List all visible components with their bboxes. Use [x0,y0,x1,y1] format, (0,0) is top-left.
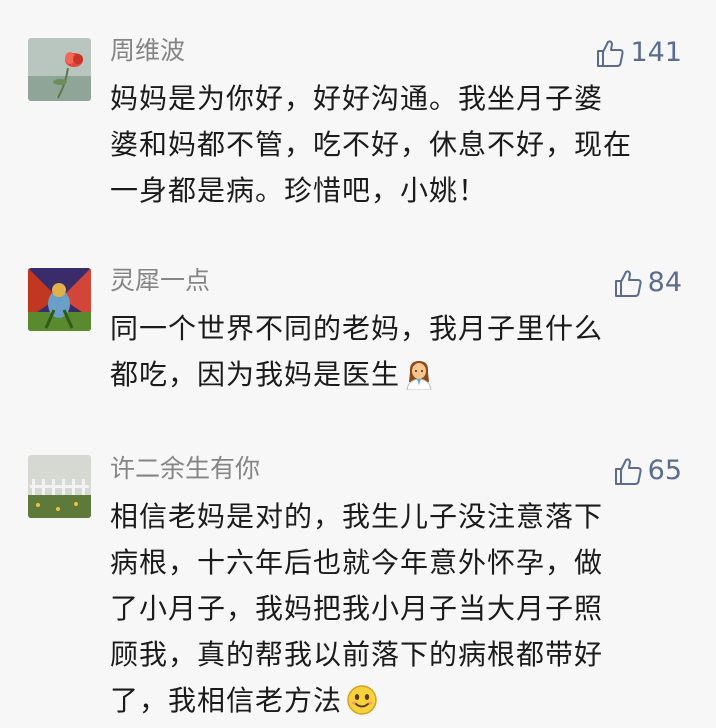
comment-text-line: 顾我，真的帮我以前落下的病根都带好 [110,638,604,671]
thumbs-up-icon [597,40,625,67]
like-button[interactable]: 141 [594,37,682,69]
avatar[interactable] [28,455,91,518]
comment-text-fragment: 都吃，因为我妈是医生 [110,358,401,391]
thumbs-up-icon [614,458,642,485]
comment-text-line: 相信老妈是对的，我生儿子没注意落下 [110,500,604,533]
like-button[interactable]: 65 [612,455,682,487]
comment-username[interactable]: 灵犀一点 [110,266,210,296]
comment-text-fragment: 了，我相信老方法 [110,684,343,717]
comment-text: 相信老妈是对的，我生儿子没注意落下 病根，十六年后也就今年意外怀孕，做 了小月子… [110,494,690,724]
comment-text-line: 都吃，因为我妈是医生 [110,352,690,398]
like-count: 141 [630,37,682,68]
like-count: 65 [647,455,682,486]
comment-text: 妈妈是为你好，好好沟通。我坐月子婆 婆和妈都不管，吃不好，休息不好，现在 一身都… [110,76,690,214]
comment-text-line: 婆和妈都不管，吃不好，休息不好，现在 [110,128,633,161]
comment-text-line: 妈妈是为你好，好好沟通。我坐月子婆 [110,82,604,115]
avatar[interactable] [28,38,91,101]
smiling-face-emoji [347,685,377,715]
comment-text-line: 同一个世界不同的老妈，我月子里什么 [110,312,604,345]
comment-username[interactable]: 周维波 [110,36,185,66]
avatar[interactable] [28,268,91,331]
like-count: 84 [647,267,682,298]
comment-text: 同一个世界不同的老妈，我月子里什么 都吃，因为我妈是医生 [110,306,690,398]
thumbs-up-icon [614,270,642,297]
comment-text-line: 了，我相信老方法 [110,678,690,724]
comment-text-line: 病根，十六年后也就今年意外怀孕，做 [110,546,604,579]
like-button[interactable]: 84 [612,267,682,299]
comment-text-line: 一身都是病。珍惜吧，小姚！ [110,174,488,207]
comment-username[interactable]: 许二余生有你 [110,454,260,484]
comment-text-line: 了小月子，我妈把我小月子当大月子照 [110,592,604,625]
woman-health-worker-emoji [406,361,432,390]
